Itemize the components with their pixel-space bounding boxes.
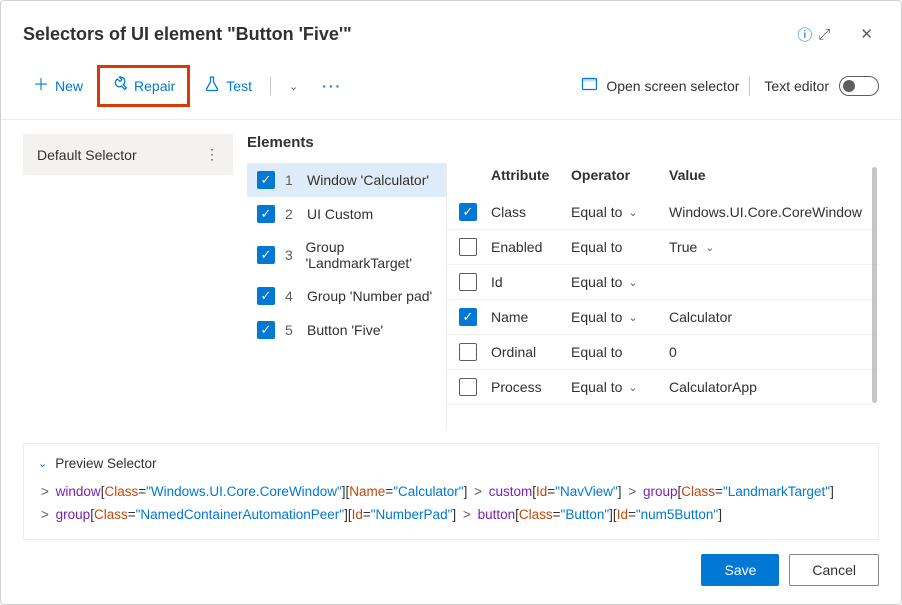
cancel-button[interactable]: Cancel	[789, 554, 879, 586]
checkbox[interactable]: ✓	[459, 308, 477, 326]
checkbox[interactable]: ✓	[257, 246, 275, 264]
attribute-row: Process Equal to ⌄ CalculatorApp	[447, 370, 879, 405]
repair-label: Repair	[134, 78, 175, 94]
chevron-down-icon: ⌄	[628, 206, 637, 219]
attr-operator[interactable]: Equal to ⌄	[571, 379, 661, 395]
checkbox[interactable]	[459, 378, 477, 396]
checkbox[interactable]: ✓	[257, 321, 275, 339]
checkbox[interactable]: ✓	[257, 205, 275, 223]
element-index: 3	[285, 247, 295, 263]
screen-icon	[581, 76, 598, 96]
attr-operator[interactable]: Equal to ⌄	[571, 274, 661, 290]
plus-icon: ＋	[33, 78, 49, 94]
close-icon[interactable]: ✕	[854, 19, 879, 49]
element-row[interactable]: ✓ 1 Window 'Calculator'	[247, 163, 446, 197]
attr-operator[interactable]: Equal to ⌄	[571, 309, 661, 325]
open-screen-label: Open screen selector	[606, 78, 739, 94]
element-label: Button 'Five'	[307, 322, 383, 338]
checkbox[interactable]	[459, 238, 477, 256]
element-row[interactable]: ✓ 5 Button 'Five'	[247, 313, 446, 347]
dialog-title: Selectors of UI element "Button 'Five'"	[23, 24, 787, 45]
text-editor-label: Text editor	[764, 78, 829, 94]
attr-name: Ordinal	[491, 344, 563, 360]
repair-button[interactable]: Repair	[102, 70, 185, 102]
col-operator: Operator	[571, 167, 661, 183]
preview-toggle[interactable]: ⌄ Preview Selector	[38, 456, 864, 471]
checkbox[interactable]	[459, 343, 477, 361]
attribute-row: ✓ Class Equal to ⌄ Windows.UI.Core.CoreWind…	[447, 195, 879, 230]
attr-value[interactable]: 0	[669, 344, 867, 360]
element-label: UI Custom	[307, 206, 373, 222]
selector-item-default[interactable]: Default Selector ⋮	[23, 134, 233, 175]
open-screen-selector-button[interactable]: Open screen selector	[581, 76, 739, 96]
attr-name: Enabled	[491, 239, 563, 255]
element-row[interactable]: ✓ 2 UI Custom	[247, 197, 446, 231]
attr-operator[interactable]: Equal to	[571, 344, 661, 360]
element-row[interactable]: ✓ 3 Group 'LandmarkTarget'	[247, 231, 446, 279]
checkbox[interactable]: ✓	[257, 171, 275, 189]
elements-heading: Elements	[247, 134, 879, 151]
checkbox[interactable]: ✓	[459, 203, 477, 221]
more-button[interactable]: ···	[312, 72, 352, 100]
element-index: 5	[285, 322, 297, 338]
preview-selector-text: > window[Class="Windows.UI.Core.CoreWind…	[38, 481, 864, 527]
element-row[interactable]: ✓ 4 Group 'Number pad'	[247, 279, 446, 313]
attribute-row: ✓ Name Equal to ⌄ Calculator	[447, 300, 879, 335]
element-index: 4	[285, 288, 297, 304]
wrench-icon	[112, 76, 128, 96]
flask-icon	[204, 76, 220, 96]
checkbox[interactable]: ✓	[257, 287, 275, 305]
chevron-down-icon: ⌄	[628, 276, 637, 289]
chevron-down-icon: ⌄	[289, 80, 298, 93]
preview-label: Preview Selector	[55, 456, 156, 471]
more-vertical-icon[interactable]: ⋮	[205, 146, 219, 163]
col-attribute: Attribute	[491, 167, 563, 183]
new-button[interactable]: ＋ New	[23, 72, 93, 100]
element-index: 1	[285, 172, 297, 188]
info-icon[interactable]: ⓘ	[797, 24, 812, 45]
attribute-row: Ordinal Equal to 0	[447, 335, 879, 370]
attribute-row: Id Equal to ⌄	[447, 265, 879, 300]
attr-value[interactable]: CalculatorApp	[669, 379, 867, 395]
attr-operator[interactable]: Equal to	[571, 239, 661, 255]
test-button[interactable]: Test	[194, 70, 262, 102]
attr-value[interactable]: Windows.UI.Core.CoreWindow	[669, 204, 867, 220]
chevron-down-icon: ⌄	[628, 381, 637, 394]
attribute-row: Enabled Equal to True ⌄	[447, 230, 879, 265]
save-button[interactable]: Save	[701, 554, 779, 586]
element-index: 2	[285, 206, 297, 222]
divider	[270, 77, 271, 95]
selector-item-label: Default Selector	[37, 147, 137, 163]
attr-value[interactable]: True ⌄	[669, 239, 867, 255]
chevron-down-icon: ⌄	[628, 311, 637, 324]
attr-operator[interactable]: Equal to ⌄	[571, 204, 661, 220]
more-icon: ···	[322, 78, 342, 94]
element-label: Group 'LandmarkTarget'	[305, 239, 436, 271]
element-label: Group 'Number pad'	[307, 288, 432, 304]
chevron-down-icon: ⌄	[705, 241, 714, 254]
attr-value[interactable]: Calculator	[669, 309, 867, 325]
col-value: Value	[669, 167, 867, 183]
attr-name: Process	[491, 379, 563, 395]
element-label: Window 'Calculator'	[307, 172, 429, 188]
attr-name: Name	[491, 309, 563, 325]
test-dropdown[interactable]: ⌄	[279, 74, 308, 99]
text-editor-toggle[interactable]	[839, 76, 879, 96]
restore-icon[interactable]: ⤢	[812, 20, 836, 49]
chevron-down-icon: ⌄	[38, 457, 47, 470]
attr-name: Id	[491, 274, 563, 290]
scrollbar[interactable]	[872, 167, 877, 403]
checkbox[interactable]	[459, 273, 477, 291]
new-label: New	[55, 78, 83, 94]
attr-name: Class	[491, 204, 563, 220]
test-label: Test	[226, 78, 252, 94]
